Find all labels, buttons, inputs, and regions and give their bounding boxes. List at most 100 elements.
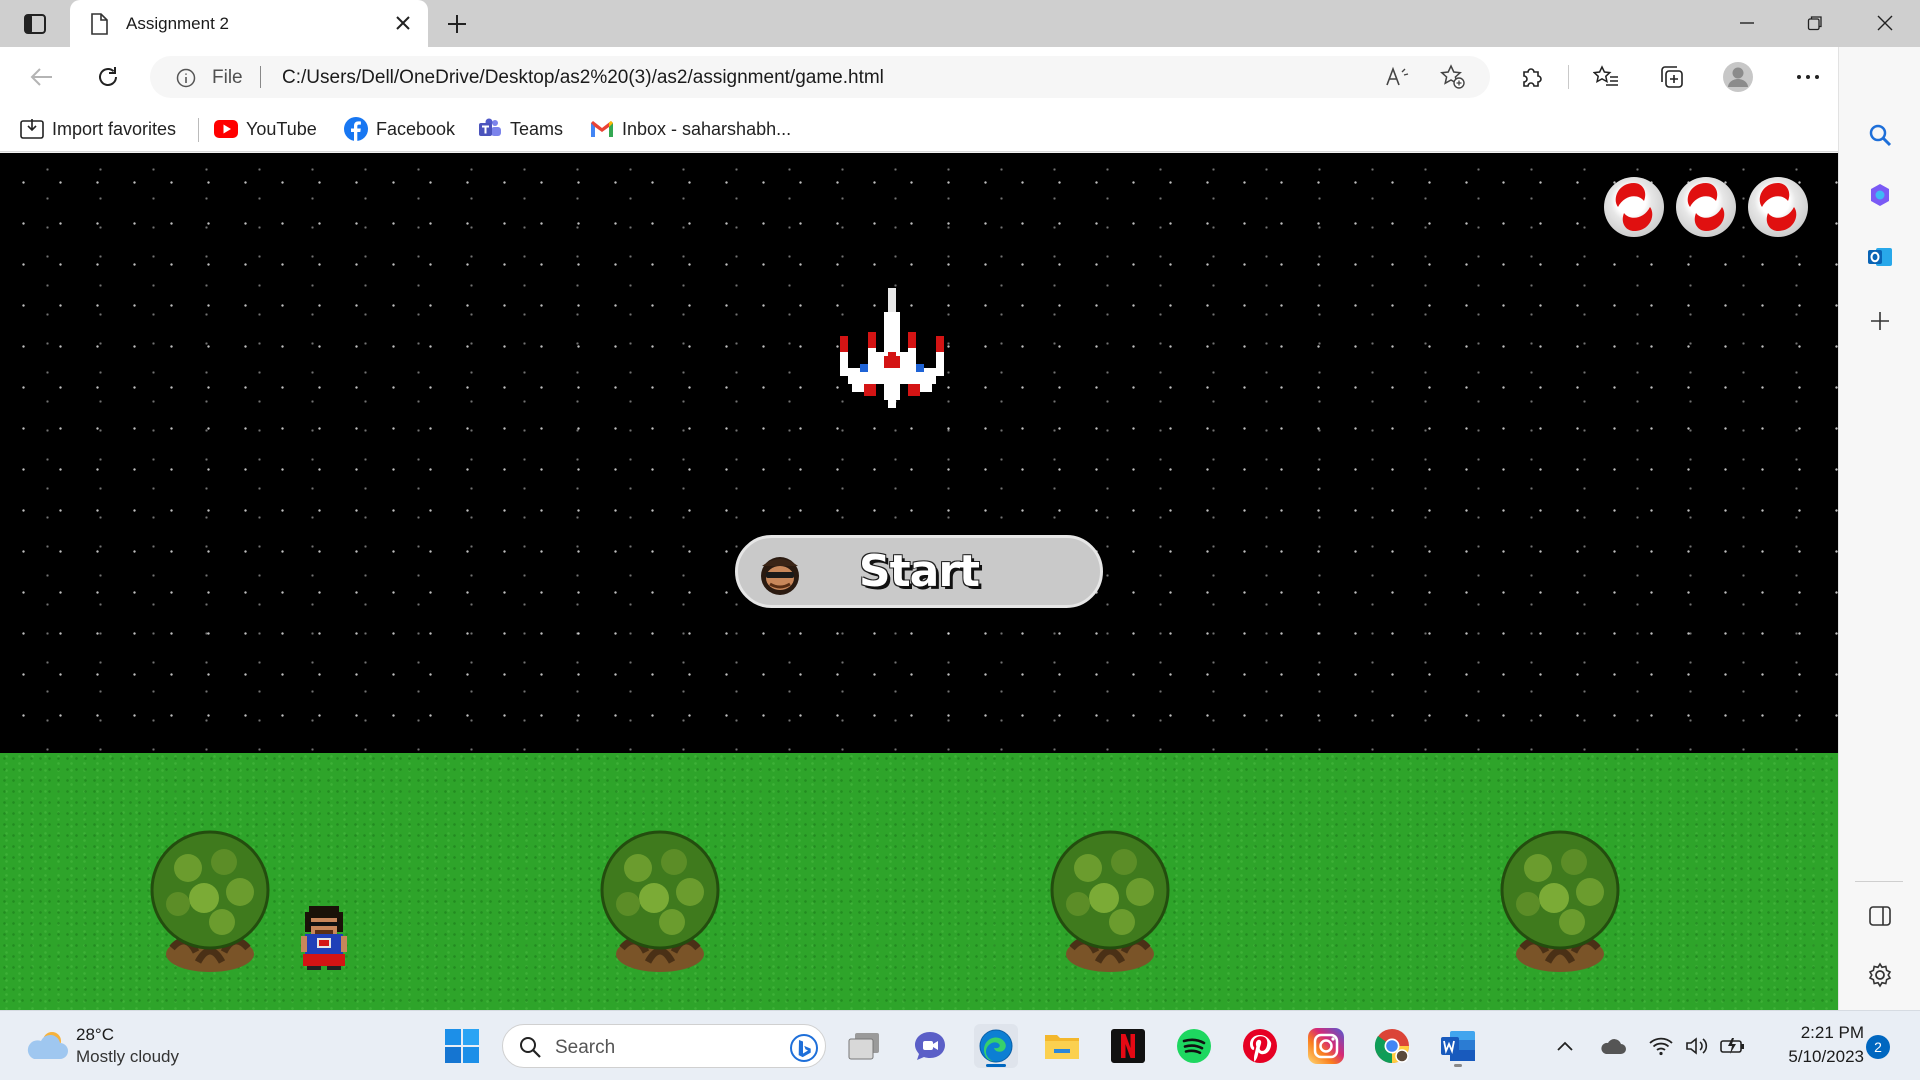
chrome-icon (1374, 1029, 1409, 1063)
bookmark-gmail-inbox[interactable]: Inbox - saharshabh... (590, 116, 791, 142)
sidebar-search-button[interactable] (1862, 117, 1898, 153)
bookmark-label: Facebook (376, 118, 456, 139)
back-button[interactable] (24, 59, 60, 95)
tab-actions-menu-button[interactable] (14, 9, 56, 39)
edge-app[interactable] (974, 1024, 1018, 1068)
chevron-up-icon (1557, 1041, 1573, 1051)
task-view-icon (848, 1033, 879, 1060)
weather-temperature: 28°C (76, 1025, 114, 1044)
chat-icon (915, 1032, 945, 1060)
spaceship-sprite (840, 288, 944, 408)
title-bar: Assignment 2 (0, 0, 1920, 47)
network-tray-icon[interactable] (1648, 1033, 1674, 1059)
teams-icon (479, 118, 501, 136)
minimize-button[interactable] (1724, 8, 1770, 38)
add-favorite-icon[interactable] (1440, 64, 1466, 90)
info-icon[interactable] (176, 68, 196, 88)
spotify-app[interactable] (1172, 1024, 1216, 1068)
youtube-icon (214, 120, 238, 138)
chrome-app[interactable] (1370, 1024, 1414, 1068)
collections-button[interactable] (1654, 59, 1690, 95)
windows-taskbar: 28°C Mostly cloudy Search 2:21 PM 5/10/2… (0, 1010, 1920, 1080)
close-window-button[interactable] (1862, 8, 1908, 38)
favorites-bar: Import favorites YouTube Facebook Teams … (0, 106, 1838, 152)
more-icon (1797, 75, 1819, 79)
url-text[interactable]: C:/Users/Dell/OneDrive/Desktop/as2%20(3)… (282, 67, 884, 89)
new-tab-button[interactable] (440, 8, 474, 40)
refresh-icon (99, 67, 117, 86)
gear-icon (1868, 962, 1892, 988)
read-aloud-icon[interactable] (1384, 64, 1410, 90)
system-clock[interactable]: 2:21 PM 5/10/2023 (1764, 1021, 1864, 1069)
pinterest-app[interactable] (1238, 1024, 1282, 1068)
start-button-label: Start (858, 546, 980, 597)
notification-badge[interactable]: 2 (1866, 1035, 1890, 1059)
clock-time: 2:21 PM (1800, 1023, 1864, 1042)
close-tab-icon[interactable] (394, 14, 412, 32)
puzzle-icon (1523, 68, 1542, 87)
game-viewport[interactable]: Start (0, 153, 1838, 1010)
bookmark-facebook[interactable]: Facebook (344, 116, 455, 142)
weather-condition: Mostly cloudy (76, 1047, 179, 1066)
taskbar-search-box[interactable]: Search (502, 1024, 826, 1068)
close-icon (1877, 15, 1893, 31)
sidebar-toggle-icon (1869, 906, 1891, 926)
sidebar-hide-button[interactable] (1862, 898, 1898, 934)
tree-sprite (1050, 830, 1170, 972)
settings-more-button[interactable] (1790, 59, 1826, 95)
weather-widget[interactable]: 28°C Mostly cloudy (24, 1023, 204, 1069)
import-icon (20, 119, 44, 139)
toolbar-divider (1568, 65, 1569, 89)
bookmark-youtube[interactable]: YouTube (214, 116, 317, 142)
sidebar-add-button[interactable] (1862, 303, 1898, 339)
active-app-indicator (986, 1064, 1006, 1067)
file-explorer-app[interactable] (1040, 1024, 1084, 1068)
sidebar-outlook-button[interactable] (1862, 239, 1898, 275)
netflix-app[interactable] (1106, 1024, 1150, 1068)
browser-toolbar: File C:/Users/Dell/OneDrive/Desktop/as2%… (0, 47, 1920, 106)
tab-title: Assignment 2 (126, 14, 229, 33)
sidebar-settings-button[interactable] (1862, 957, 1898, 993)
onedrive-tray-icon[interactable] (1600, 1033, 1626, 1059)
search-placeholder: Search (555, 1037, 616, 1058)
instagram-app[interactable] (1304, 1024, 1348, 1068)
windows-logo-icon (445, 1029, 479, 1063)
life-icon (1676, 177, 1736, 237)
life-icon (1748, 177, 1808, 237)
netflix-icon (1111, 1029, 1145, 1063)
profile-button[interactable] (1720, 59, 1756, 95)
search-icon (520, 1037, 541, 1058)
sidebar-discover-button[interactable] (1862, 177, 1898, 213)
battery-tray-icon[interactable] (1720, 1033, 1746, 1059)
volume-tray-icon[interactable] (1684, 1033, 1710, 1059)
favorites-icon (1593, 65, 1618, 86)
bookmark-import-favorites[interactable]: Import favorites (20, 116, 176, 142)
start-menu-button[interactable] (440, 1024, 484, 1068)
minimize-icon (1740, 22, 1754, 24)
cloud-icon (1601, 1039, 1626, 1054)
wifi-icon (1649, 1037, 1673, 1056)
bookmark-teams[interactable]: Teams (478, 116, 563, 142)
address-bar[interactable]: File C:/Users/Dell/OneDrive/Desktop/as2%… (150, 56, 1490, 98)
address-separator (260, 66, 261, 88)
search-icon (1869, 124, 1892, 147)
word-app[interactable] (1436, 1024, 1480, 1068)
restore-button[interactable] (1792, 8, 1838, 38)
starfield-background (0, 153, 1838, 753)
tab-actions-icon (24, 14, 46, 34)
speaker-icon (1686, 1037, 1708, 1055)
refresh-button[interactable] (90, 59, 126, 95)
outlook-icon (1868, 248, 1892, 266)
show-hidden-icons-button[interactable] (1552, 1033, 1578, 1059)
bookmark-label: YouTube (246, 118, 317, 139)
browser-tab-active[interactable]: Assignment 2 (70, 0, 428, 47)
player-character-sprite (301, 906, 347, 970)
extensions-button[interactable] (1514, 59, 1550, 95)
task-view-button[interactable] (842, 1024, 886, 1068)
start-button[interactable]: Start (735, 535, 1103, 608)
teams-chat-app[interactable] (908, 1024, 952, 1068)
file-scheme-label: File (212, 67, 243, 88)
edge-sidebar (1838, 47, 1920, 1010)
favorites-button[interactable] (1588, 59, 1624, 95)
battery-icon (1720, 1038, 1744, 1054)
